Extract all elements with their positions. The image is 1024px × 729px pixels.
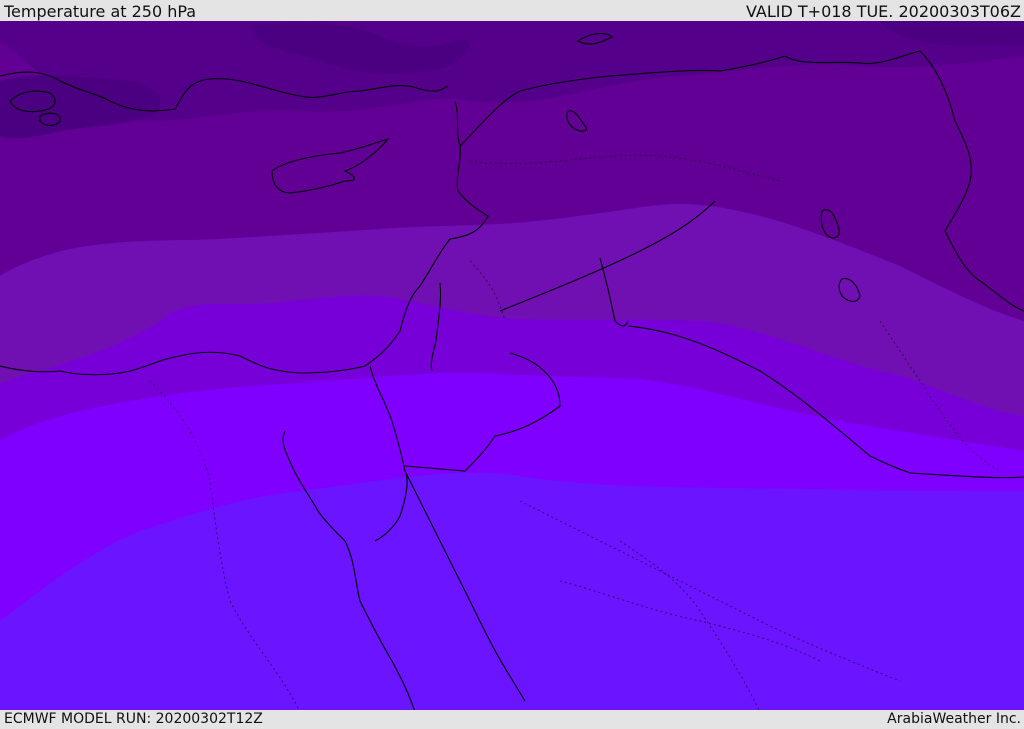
temperature-map [0,21,1024,713]
valid-time: VALID T+018 TUE. 20200303T06Z [745,2,1021,21]
map-footer: ECMWF MODEL RUN: 20200302T12Z ArabiaWeat… [0,710,1024,729]
map-header: Temperature at 250 hPa VALID T+018 TUE. … [0,2,1024,22]
credit: ArabiaWeather Inc. [887,711,1021,727]
map-title: Temperature at 250 hPa [4,2,197,21]
model-run: ECMWF MODEL RUN: 20200302T12Z [4,711,263,727]
